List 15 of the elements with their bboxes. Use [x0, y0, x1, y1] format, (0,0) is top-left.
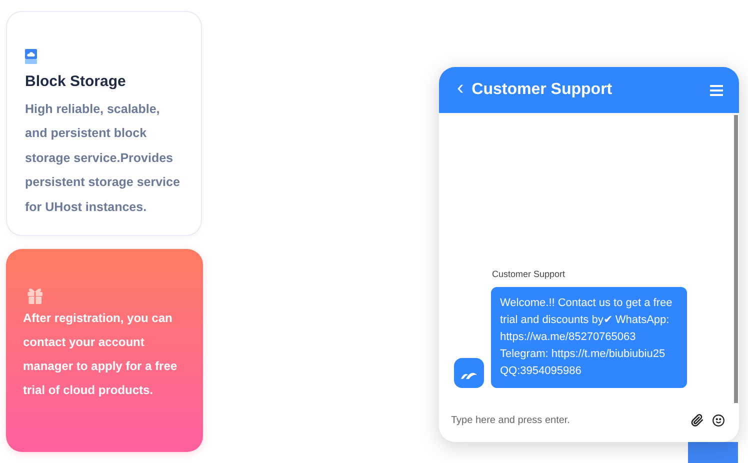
cloud-storage-icon	[25, 49, 37, 64]
message-input[interactable]: Type here and press enter.	[451, 412, 691, 428]
bird-logo-icon	[454, 358, 484, 388]
scrollbar[interactable]	[734, 115, 738, 403]
menu-icon[interactable]	[710, 84, 723, 96]
emoji-icon[interactable]	[712, 414, 725, 426]
gift-icon	[26, 287, 44, 305]
chat-title: Customer Support	[472, 80, 612, 100]
card-description: High reliable, scalable, and persistent block storage service.Provides persistent storage service for UHost instances.	[25, 100, 181, 216]
sender-name: Customer Support	[492, 268, 566, 281]
promo-text: After registration, you can contact your account manager to apply for a free trial of cloud products.	[23, 310, 178, 399]
paperclip-icon[interactable]	[691, 414, 704, 426]
card-title: Block Storage	[25, 72, 127, 92]
message-bubble: Welcome.!! Contact us to get a free trial and discounts by✔ WhatsApp: https://wa.me/85270765063 Telegram: https://t.me/biubiubiu25 QQ:3954095986	[491, 287, 687, 388]
back-button[interactable]: ‹	[457, 78, 464, 98]
